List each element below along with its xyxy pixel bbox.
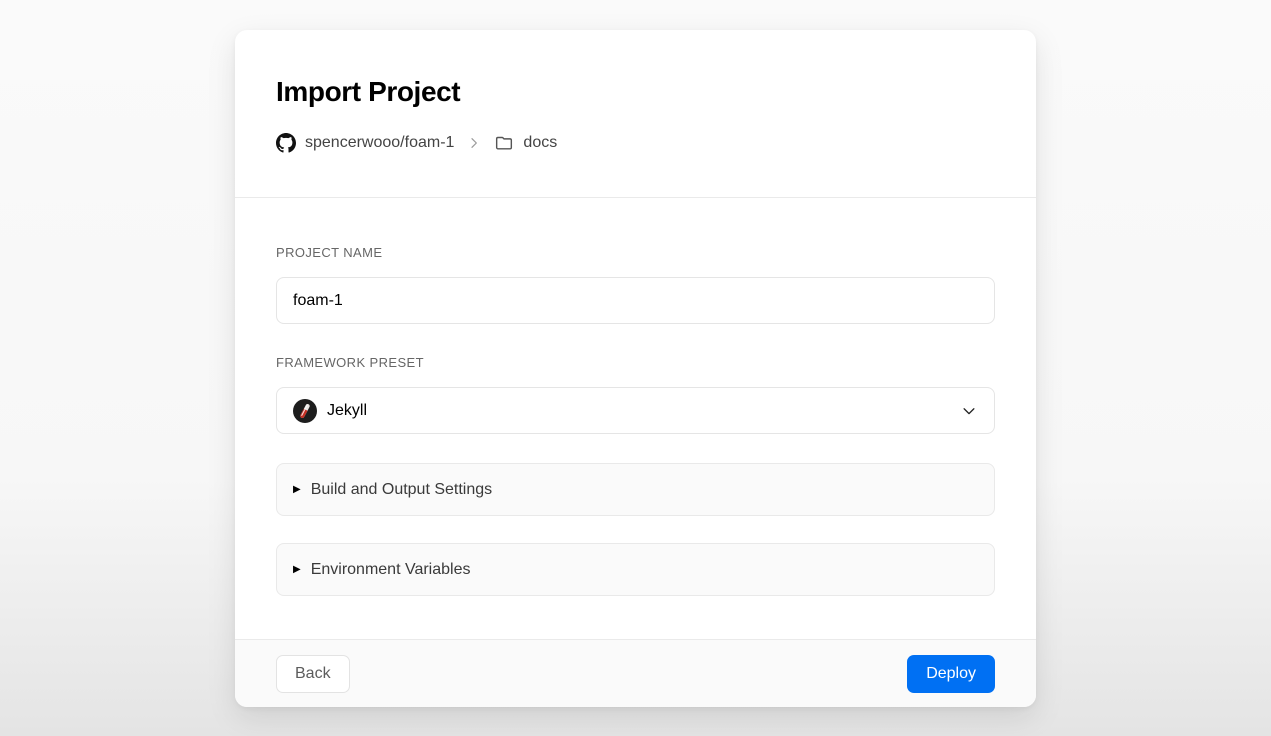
chevron-down-icon [960, 402, 978, 420]
build-output-settings-label: Build and Output Settings [311, 481, 492, 499]
environment-variables-label: Environment Variables [311, 561, 471, 579]
build-output-settings-section[interactable]: ▶ Build and Output Settings [276, 463, 995, 516]
chevron-right-icon [466, 135, 482, 151]
page-title: Import Project [276, 76, 995, 108]
caret-right-icon: ▶ [293, 565, 301, 575]
back-button[interactable]: Back [276, 655, 350, 693]
project-name-label: PROJECT NAME [276, 245, 995, 260]
import-project-card: Import Project spencerwooo/foam-1 docs [235, 30, 1036, 707]
project-name-input[interactable] [276, 277, 995, 324]
github-icon [276, 133, 296, 153]
deploy-button[interactable]: Deploy [907, 655, 995, 693]
card-header: Import Project spencerwooo/foam-1 docs [235, 30, 1036, 198]
breadcrumb: spencerwooo/foam-1 docs [276, 133, 995, 153]
jekyll-icon [293, 399, 317, 423]
caret-right-icon: ▶ [293, 485, 301, 495]
card-body: PROJECT NAME FRAMEWORK PRESET Jekyll [235, 198, 1036, 639]
environment-variables-section[interactable]: ▶ Environment Variables [276, 543, 995, 596]
breadcrumb-directory: docs [523, 134, 557, 152]
framework-preset-label: FRAMEWORK PRESET [276, 355, 995, 370]
framework-preset-select[interactable]: Jekyll [276, 387, 995, 434]
breadcrumb-repo: spencerwooo/foam-1 [305, 134, 454, 152]
framework-preset-value: Jekyll [327, 402, 367, 420]
folder-icon [494, 133, 514, 153]
card-footer: Back Deploy [235, 639, 1036, 707]
